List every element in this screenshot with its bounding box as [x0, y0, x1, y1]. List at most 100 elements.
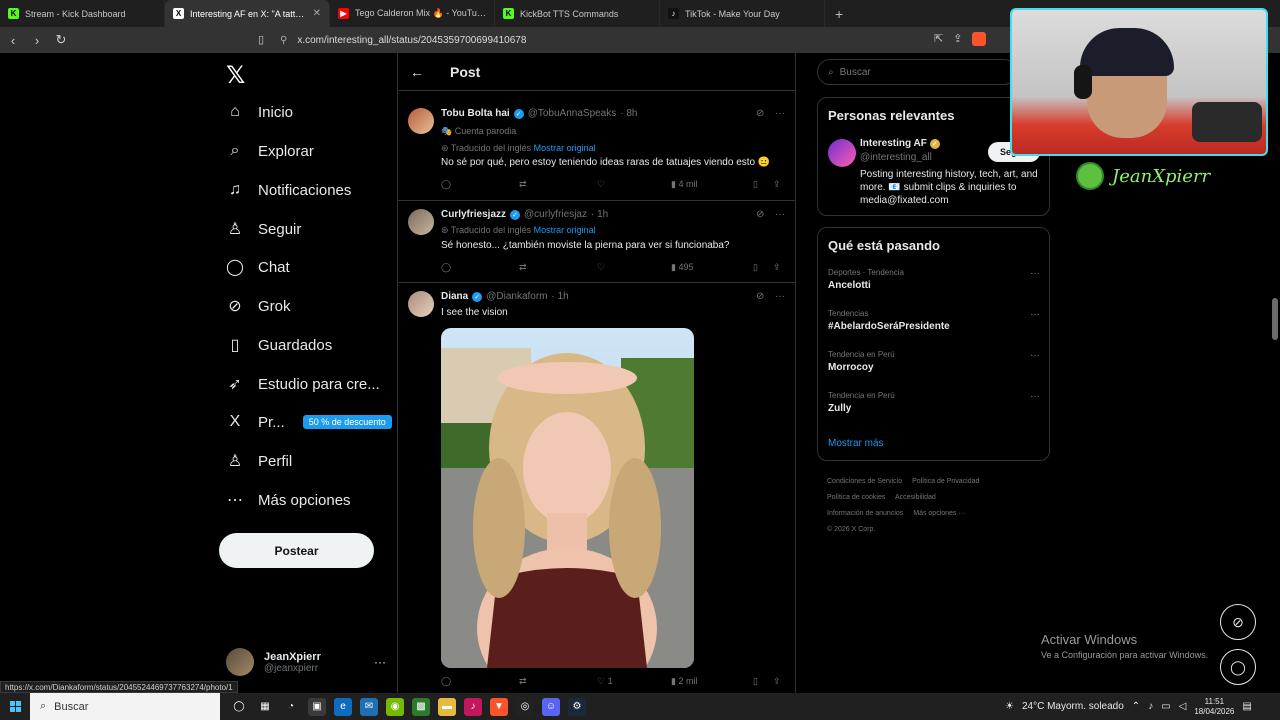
- tweet-time[interactable]: · 1h: [552, 291, 569, 302]
- back-arrow-icon[interactable]: ←: [410, 64, 424, 80]
- nav-mas-opciones[interactable]: ⋯ Más opciones: [226, 485, 351, 515]
- tweet-photo[interactable]: [441, 328, 694, 668]
- nav-inicio[interactable]: ⌂ Inicio: [226, 97, 293, 127]
- open-external-icon[interactable]: ⇱: [934, 32, 943, 46]
- edge-icon[interactable]: e: [334, 697, 352, 716]
- url-field[interactable]: ⚲ x.com/interesting_all/status/204535970…: [280, 30, 1000, 50]
- grok-icon[interactable]: ⊘: [756, 108, 764, 119]
- task-view-icon[interactable]: ▦: [256, 698, 274, 716]
- author-handle[interactable]: @curlyfriesjaz: [524, 209, 587, 220]
- more-options-icon[interactable]: ···: [1030, 350, 1040, 361]
- reply-icon[interactable]: ◯: [441, 262, 519, 273]
- reply-tweet[interactable]: Tobu Bolta hai ✓ @TobuAnnaSpeaks · 8h ⊘ …: [398, 100, 795, 201]
- new-tab-button[interactable]: +: [825, 6, 853, 22]
- views-stat[interactable]: ▮ 4 mil: [671, 179, 753, 190]
- bookmark-icon[interactable]: ▯: [753, 676, 773, 687]
- footer-link[interactable]: Condiciones de Servicio: [827, 478, 902, 485]
- share-icon[interactable]: ⇪: [773, 262, 781, 273]
- chevron-up-icon[interactable]: ⌃: [1132, 701, 1140, 712]
- footer-link[interactable]: Más opciones ···: [913, 510, 965, 517]
- tab-tiktok[interactable]: ♪ TikTok - Make Your Day: [660, 0, 825, 27]
- author-handle[interactable]: @TobuAnnaSpeaks: [528, 108, 617, 119]
- brave-icon[interactable]: ▼: [490, 697, 508, 716]
- weather-text[interactable]: 24°C Mayorm. soleado: [1022, 701, 1124, 712]
- tab-interesting-af[interactable]: X Interesting AF en X: "A tattoo th ✕: [165, 0, 330, 27]
- grok-icon[interactable]: ⊘: [756, 209, 764, 220]
- network-icon[interactable]: ▭: [1161, 701, 1170, 712]
- more-options-icon[interactable]: ···: [775, 291, 785, 302]
- nvidia-icon[interactable]: ◉: [386, 697, 404, 716]
- avatar[interactable]: [408, 209, 434, 235]
- relevant-handle[interactable]: @interesting_all: [860, 152, 932, 163]
- start-button[interactable]: [0, 701, 30, 712]
- bookmark-icon[interactable]: ▯: [753, 179, 773, 190]
- show-original-link[interactable]: Mostrar original: [534, 143, 596, 153]
- obs-icon[interactable]: ◎: [516, 697, 534, 716]
- back-button[interactable]: ‹: [6, 33, 20, 48]
- scrollbar-thumb[interactable]: [1272, 298, 1278, 340]
- tweet-time[interactable]: · 1h: [591, 209, 608, 220]
- share-icon[interactable]: ⇪: [773, 179, 781, 190]
- footer-link[interactable]: Política de Privacidad: [912, 478, 979, 485]
- x-logo-icon[interactable]: 𝕏: [226, 61, 245, 89]
- share-icon[interactable]: ⇪: [773, 676, 781, 687]
- like-icon[interactable]: ♡: [597, 262, 671, 273]
- author-handle[interactable]: @Diankaform: [486, 291, 547, 302]
- like-icon[interactable]: ♡: [597, 179, 671, 190]
- close-tab-icon[interactable]: ✕: [313, 8, 321, 19]
- bookmark-icon[interactable]: ▯: [258, 33, 264, 46]
- author-name[interactable]: Tobu Bolta hai: [441, 108, 510, 119]
- notification-icon[interactable]: ▤: [1242, 701, 1251, 712]
- more-options-icon[interactable]: ···: [1030, 268, 1040, 279]
- steam-icon[interactable]: ⚙: [568, 697, 586, 716]
- reload-button[interactable]: ↻: [54, 32, 68, 48]
- bookmark-icon[interactable]: ▯: [753, 262, 773, 273]
- views-stat[interactable]: ▮ 495: [671, 262, 753, 273]
- nav-premium[interactable]: X Pr... 50 % de descuento: [226, 407, 392, 437]
- reply-tweet[interactable]: Diana ✓ @Diankaform · 1h ⊘ ··· I see the…: [398, 283, 795, 693]
- author-name[interactable]: Diana: [441, 291, 468, 302]
- grok-float-button[interactable]: ⊘: [1220, 604, 1256, 640]
- author-name[interactable]: Curlyfriesjazz: [441, 209, 506, 220]
- tab-kick-dashboard[interactable]: K Stream - Kick Dashboard: [0, 0, 165, 27]
- clock[interactable]: 11:51 18/04/2026: [1194, 697, 1234, 717]
- speed-icon[interactable]: ◔: [282, 698, 300, 716]
- reply-icon[interactable]: ◯: [441, 676, 519, 687]
- site-info-icon[interactable]: ⚲: [280, 35, 287, 46]
- footer-link[interactable]: Accesibilidad: [895, 494, 936, 501]
- taskbar-search[interactable]: ⌕ Buscar: [30, 693, 220, 720]
- tab-youtube[interactable]: ▶ Tego Calderon Mix 🔥 - YouTube: [330, 0, 495, 27]
- trend-item[interactable]: Tendencias #AbelardoSeráPresidente ···: [828, 309, 1040, 332]
- repost-icon[interactable]: ⇄: [519, 179, 597, 190]
- trend-item[interactable]: Tendencia en Perú Morrocoy ···: [828, 350, 1040, 373]
- repost-icon[interactable]: ⇄: [519, 676, 597, 687]
- chat-float-button[interactable]: ◯: [1220, 649, 1256, 685]
- reply-icon[interactable]: ◯: [441, 179, 519, 190]
- cortana-icon[interactable]: ◯: [230, 698, 248, 716]
- more-options-icon[interactable]: ···: [1030, 391, 1040, 402]
- nav-chat[interactable]: ◯ Chat: [226, 252, 290, 282]
- repost-icon[interactable]: ⇄: [519, 262, 597, 273]
- tab-kickbot[interactable]: K KickBot TTS Commands: [495, 0, 660, 27]
- footer-link[interactable]: Política de cookies: [827, 494, 885, 501]
- more-options-icon[interactable]: ···: [775, 108, 785, 119]
- post-button[interactable]: Postear: [219, 533, 374, 568]
- trend-item[interactable]: Deportes · Tendencia Ancelotti ···: [828, 268, 1040, 291]
- search-input[interactable]: ⌕ Buscar: [817, 59, 1017, 85]
- views-stat[interactable]: ▮ 2 mil: [671, 676, 753, 687]
- file-explorer-icon[interactable]: ▬: [438, 697, 456, 716]
- like-stat[interactable]: ♡ 1: [597, 676, 671, 687]
- minecraft-icon[interactable]: ▩: [412, 697, 430, 716]
- nav-perfil[interactable]: ♙ Perfil: [226, 446, 292, 476]
- nav-seguir[interactable]: ♙ Seguir: [226, 214, 302, 244]
- discord-icon[interactable]: ☺: [542, 697, 560, 716]
- brave-shield-icon[interactable]: [972, 32, 987, 46]
- microphone-icon[interactable]: ♪: [1148, 701, 1153, 712]
- avatar[interactable]: [408, 108, 434, 134]
- more-options-icon[interactable]: ···: [1030, 309, 1040, 320]
- nav-grok[interactable]: ⊘ Grok: [226, 291, 290, 321]
- footer-link[interactable]: Información de anuncios: [827, 510, 903, 517]
- store-icon[interactable]: ▣: [308, 697, 326, 716]
- tweet-time[interactable]: · 8h: [620, 108, 637, 119]
- mail-icon[interactable]: ✉: [360, 697, 378, 716]
